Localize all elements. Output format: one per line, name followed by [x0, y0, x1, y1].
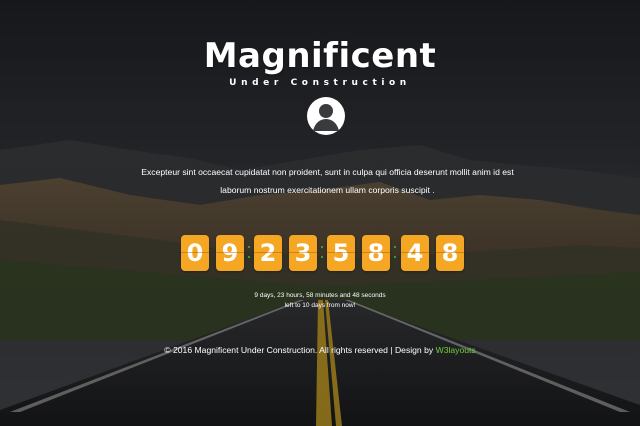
countdown-digit: 8 — [362, 235, 390, 271]
footer-copyright: © 2016 Magnificent Under Construction. A… — [0, 345, 640, 355]
intro-paragraph: Excepteur sint occaecat cupidatat non pr… — [120, 163, 535, 199]
countdown-caption: 9 days, 23 hours, 58 minutes and 48 seco… — [0, 291, 640, 311]
countdown-digit: 4 — [401, 235, 429, 271]
countdown-separator — [321, 246, 323, 260]
site-title: Magnificent — [203, 36, 437, 76]
countdown-caption-line-1: 9 days, 23 hours, 58 minutes and 48 seco… — [254, 292, 386, 299]
countdown-digit: 2 — [254, 235, 282, 271]
page-content: Magnificent Under Construction Excepteur… — [0, 0, 640, 426]
intro-line-1: Excepteur sint occaecat cupidatat non pr… — [141, 167, 514, 177]
footer-text: © 2016 Magnificent Under Construction. A… — [164, 345, 436, 355]
countdown-digit: 9 — [216, 235, 244, 271]
footer-designer-link[interactable]: W3layouts — [436, 345, 476, 355]
countdown-digit: 3 — [289, 235, 317, 271]
countdown-separator — [394, 246, 396, 260]
countdown-digit: 8 — [436, 235, 464, 271]
countdown-digit: 5 — [327, 235, 355, 271]
site-subtitle: Under Construction — [229, 78, 411, 88]
intro-line-2: laborum nostrum exercitationem ullam cor… — [220, 185, 435, 195]
countdown-timer: 0 9 2 3 5 8 4 8 — [181, 235, 471, 271]
countdown-separator — [248, 246, 250, 260]
user-avatar-icon — [307, 97, 345, 135]
countdown-digit: 0 — [181, 235, 209, 271]
countdown-caption-line-2: left to 10 days from now! — [284, 302, 356, 309]
